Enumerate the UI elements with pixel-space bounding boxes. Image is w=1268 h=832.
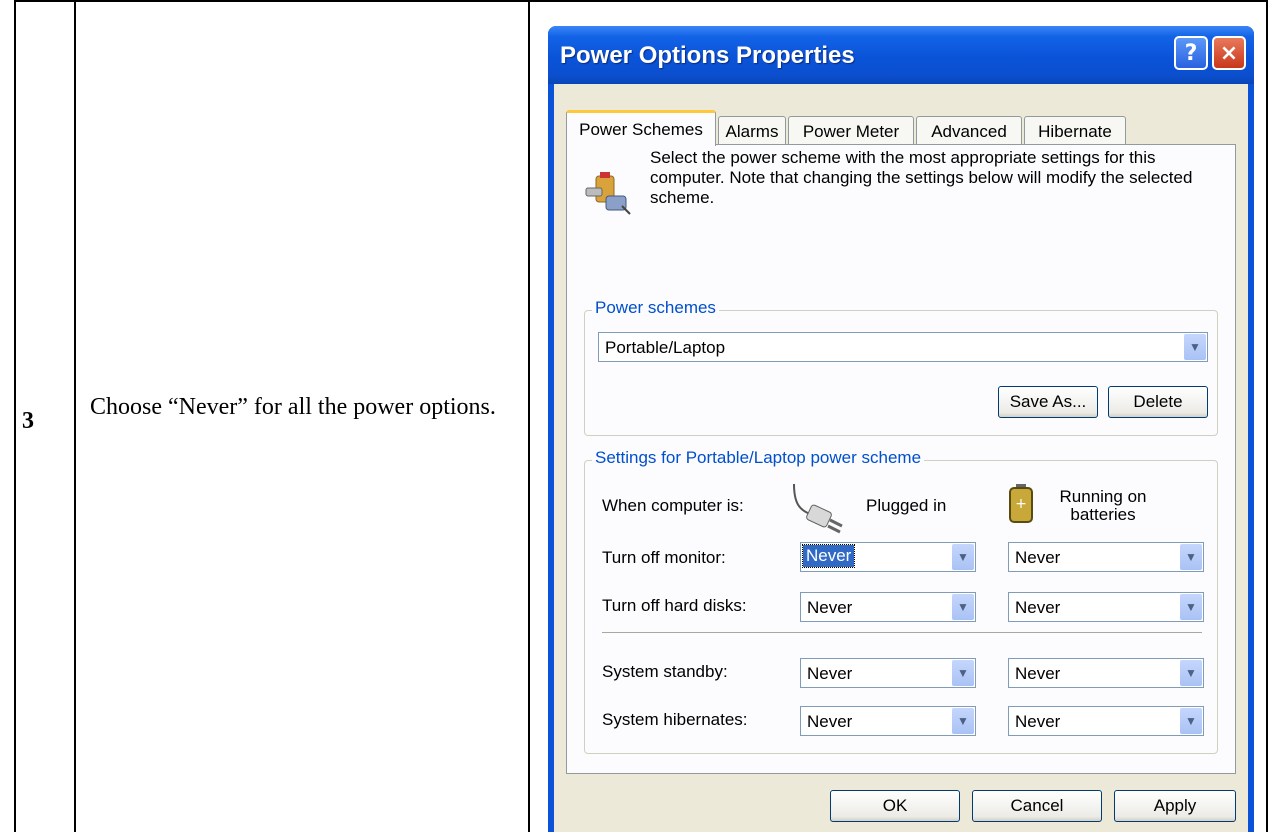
settings-group-title: Settings for Portable/Laptop power schem… — [592, 448, 925, 468]
ok-button[interactable]: OK — [830, 790, 960, 822]
settings-divider — [602, 632, 1202, 636]
table-divider-1 — [74, 0, 76, 832]
system-hibernates-label: System hibernates: — [602, 710, 748, 729]
chevron-down-icon[interactable]: ▼ — [1180, 660, 1202, 686]
step-instruction: Choose “Never” for all the power options… — [90, 394, 496, 420]
title-bar[interactable]: Power Options Properties ? × — [548, 26, 1254, 84]
turn-off-monitor-label: Turn off monitor: — [602, 548, 726, 567]
chevron-down-icon[interactable]: ▼ — [1180, 544, 1202, 570]
system-standby-label: System standby: — [602, 662, 728, 681]
cancel-label: Cancel — [1010, 796, 1064, 815]
intro-text: Select the power scheme with the most ap… — [650, 148, 1193, 207]
save-as-label: Save As... — [1009, 392, 1087, 411]
power-options-dialog: Power Options Properties ? × Power Schem… — [548, 26, 1254, 832]
monitor-plugged-select[interactable]: Never ▼ — [800, 542, 976, 572]
tab-label: Hibernate — [1038, 121, 1112, 141]
hard-disks-battery-value: Never — [1015, 598, 1061, 617]
delete-label: Delete — [1133, 392, 1183, 411]
close-button[interactable]: × — [1212, 36, 1246, 70]
tab-advanced[interactable]: Advanced — [916, 116, 1022, 146]
hibernates-plugged-select[interactable]: Never ▼ — [800, 706, 976, 736]
apply-button[interactable]: Apply — [1114, 790, 1236, 822]
chevron-down-icon[interactable]: ▼ — [952, 594, 974, 620]
apply-label: Apply — [1153, 796, 1197, 815]
tab-label: Advanced — [931, 121, 1007, 141]
running-on-batteries-label: Running on batteries — [1059, 487, 1147, 524]
chevron-down-icon[interactable]: ▼ — [952, 708, 974, 734]
monitor-plugged-value: Never — [801, 544, 856, 568]
close-icon: × — [1219, 40, 1239, 66]
standby-battery-value: Never — [1015, 664, 1061, 683]
chevron-down-icon[interactable]: ▼ — [952, 660, 974, 686]
step-number: 3 — [22, 408, 34, 434]
power-scheme-icon — [585, 172, 631, 215]
tab-label: Power Meter — [802, 121, 900, 141]
tab-hibernate[interactable]: Hibernate — [1024, 116, 1126, 146]
battery-icon: + — [1009, 484, 1033, 523]
power-plug-icon — [793, 483, 843, 534]
tab-power-meter[interactable]: Power Meter — [788, 116, 914, 146]
table-divider-2 — [528, 0, 530, 832]
tab-alarms[interactable]: Alarms — [718, 116, 786, 146]
delete-button[interactable]: Delete — [1108, 386, 1208, 418]
turn-off-hard-disks-label: Turn off hard disks: — [602, 596, 747, 615]
svg-text:+: + — [1015, 496, 1027, 512]
table-border-top — [14, 0, 1268, 2]
power-scheme-value: Portable/Laptop — [605, 338, 726, 357]
dialog-title: Power Options Properties — [560, 42, 855, 69]
hibernates-plugged-value: Never — [807, 712, 853, 731]
power-schemes-group-title: Power schemes — [592, 298, 719, 318]
help-button[interactable]: ? — [1174, 36, 1208, 70]
hibernates-battery-value: Never — [1015, 712, 1061, 731]
dialog-client-area: Power Schemes Alarms Power Meter Advance… — [554, 84, 1248, 832]
chevron-down-icon[interactable]: ▼ — [1180, 594, 1202, 620]
cancel-button[interactable]: Cancel — [972, 790, 1102, 822]
help-icon: ? — [1184, 40, 1198, 66]
tab-label: Power Schemes — [579, 119, 703, 139]
standby-plugged-value: Never — [807, 664, 853, 683]
tab-power-schemes[interactable]: Power Schemes — [566, 110, 716, 146]
monitor-battery-select[interactable]: Never ▼ — [1008, 542, 1204, 572]
save-as-button[interactable]: Save As... — [998, 386, 1098, 418]
hard-disks-plugged-select[interactable]: Never ▼ — [800, 592, 976, 622]
chevron-down-icon[interactable]: ▼ — [952, 544, 974, 570]
when-computer-label: When computer is: — [602, 496, 744, 515]
power-scheme-select[interactable]: Portable/Laptop ▼ — [598, 332, 1208, 362]
monitor-battery-value: Never — [1015, 548, 1061, 567]
table-border-left — [14, 0, 16, 832]
chevron-down-icon[interactable]: ▼ — [1184, 334, 1206, 360]
ok-label: OK — [882, 796, 908, 815]
plugged-in-label: Plugged in — [866, 496, 947, 515]
hard-disks-plugged-value: Never — [807, 598, 853, 617]
chevron-down-icon[interactable]: ▼ — [1180, 708, 1202, 734]
hibernates-battery-select[interactable]: Never ▼ — [1008, 706, 1204, 736]
standby-battery-select[interactable]: Never ▼ — [1008, 658, 1204, 688]
tab-label: Alarms — [725, 121, 779, 141]
standby-plugged-select[interactable]: Never ▼ — [800, 658, 976, 688]
hard-disks-battery-select[interactable]: Never ▼ — [1008, 592, 1204, 622]
